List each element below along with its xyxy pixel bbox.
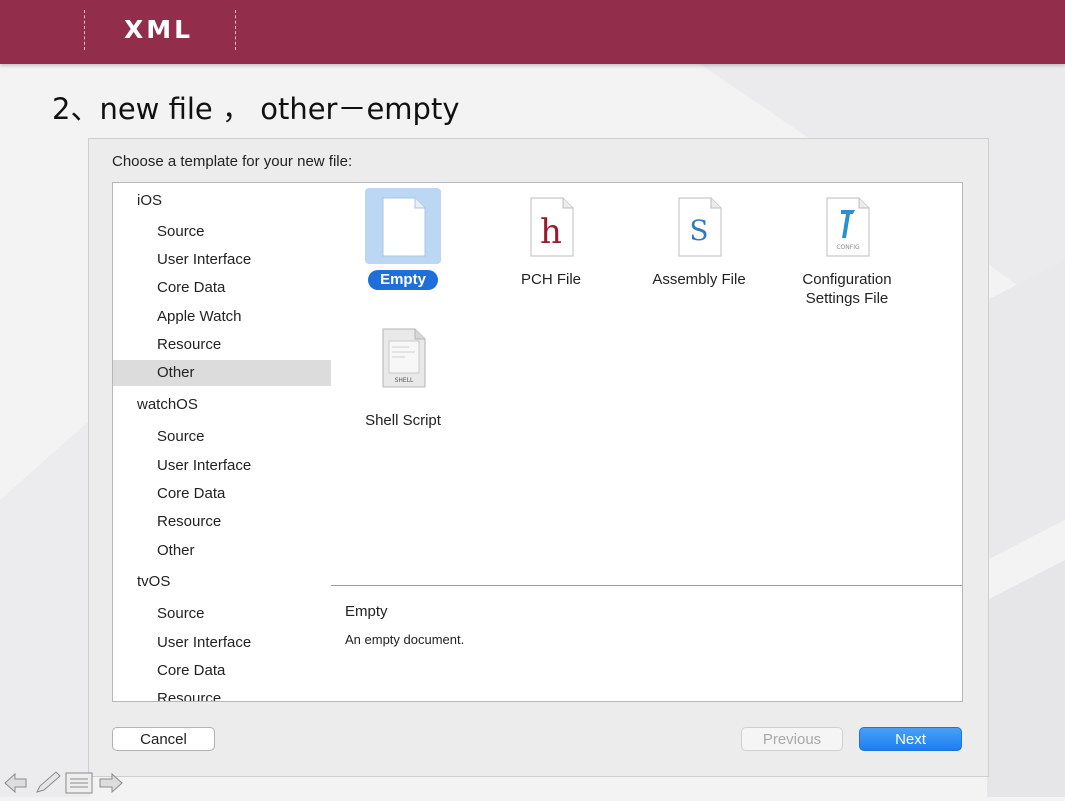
sidebar-item-ios-other[interactable]: Other [113, 360, 331, 386]
svg-text:h: h [540, 212, 562, 252]
sidebar-group-ios[interactable]: iOS [113, 188, 331, 214]
pch-file-icon: h [530, 197, 574, 257]
svg-text:S: S [689, 214, 708, 247]
sidebar-item-ios-core-data[interactable]: Core Data [113, 275, 331, 301]
icon-frame: h [513, 188, 589, 264]
template-label: Assembly File [652, 271, 746, 288]
slide-navigation-controls [4, 770, 128, 796]
sidebar-item-tvos-source[interactable]: Source [113, 601, 331, 627]
cancel-button[interactable]: Cancel [112, 727, 215, 751]
pen-icon[interactable] [36, 771, 61, 793]
svg-text:SHELL: SHELL [395, 377, 414, 384]
slide-heading: 2、new file ， other－empty [52, 92, 460, 126]
dialog-prompt: Choose a template for your new file: [112, 153, 353, 170]
sidebar-item-watchos-other[interactable]: Other [113, 538, 331, 564]
previous-button[interactable]: Previous [741, 727, 843, 751]
sidebar-item-tvos-core-data[interactable]: Core Data [113, 658, 331, 684]
template-label: Empty [343, 270, 463, 290]
sidebar-item-tvos-user-interface[interactable]: User Interface [113, 630, 331, 656]
sidebar-group-watchos[interactable]: watchOS [113, 392, 331, 418]
template-label: PCH File [520, 271, 581, 288]
sidebar-item-tvos-resource[interactable]: Resource [113, 686, 331, 701]
sidebar-group-tvos[interactable]: tvOS [113, 569, 331, 595]
shell-script-icon: SHELL [382, 328, 426, 388]
next-arrow-icon[interactable] [99, 772, 123, 794]
header-divider [235, 10, 236, 50]
template-assembly-file[interactable]: S Assembly File [639, 188, 759, 298]
template-configuration-settings-file[interactable]: CONFIG Configuration Settings File [787, 188, 907, 318]
template-description-pane: Empty An empty document. [331, 585, 963, 702]
header-divider [84, 10, 85, 50]
sidebar-item-watchos-user-interface[interactable]: User Interface [113, 453, 331, 479]
sidebar-item-ios-resource[interactable]: Resource [113, 332, 331, 358]
sidebar-item-watchos-core-data[interactable]: Core Data [113, 481, 331, 507]
assembly-file-icon: S [678, 197, 722, 257]
slide-header: XML [0, 0, 1065, 64]
template-label: Shell Script [365, 412, 441, 429]
icon-frame: S [661, 188, 737, 264]
prev-arrow-icon[interactable] [4, 772, 27, 794]
template-category-sidebar: iOS Source User Interface Core Data Appl… [112, 182, 332, 702]
header-title: XML [124, 15, 194, 44]
sidebar-item-watchos-resource[interactable]: Resource [113, 509, 331, 535]
template-pch-file[interactable]: h PCH File [491, 188, 611, 298]
template-grid: Empty h PCH File S Assembly File CONFIG … [331, 182, 963, 588]
blank-document-icon [382, 197, 426, 257]
sidebar-item-ios-source[interactable]: Source [113, 219, 331, 245]
slide-controls-bar [4, 771, 123, 794]
selection-highlight [365, 188, 441, 264]
menu-icon[interactable] [65, 772, 93, 794]
description-text: An empty document. [345, 632, 465, 647]
sidebar-item-ios-user-interface[interactable]: User Interface [113, 247, 331, 273]
template-shell-script[interactable]: SHELL Shell Script [343, 319, 463, 429]
svg-text:CONFIG: CONFIG [836, 244, 860, 251]
sidebar-item-ios-apple-watch[interactable]: Apple Watch [113, 304, 331, 330]
sidebar-item-watchos-source[interactable]: Source [113, 424, 331, 450]
description-title: Empty [345, 603, 388, 620]
template-empty[interactable]: Empty [343, 188, 463, 298]
next-button[interactable]: Next [859, 727, 962, 751]
icon-frame: CONFIG [809, 188, 885, 264]
config-file-icon: CONFIG [826, 197, 870, 257]
template-label: Configuration Settings File [802, 271, 892, 307]
new-file-dialog: Choose a template for your new file: iOS… [88, 138, 989, 777]
icon-frame: SHELL [365, 319, 441, 395]
